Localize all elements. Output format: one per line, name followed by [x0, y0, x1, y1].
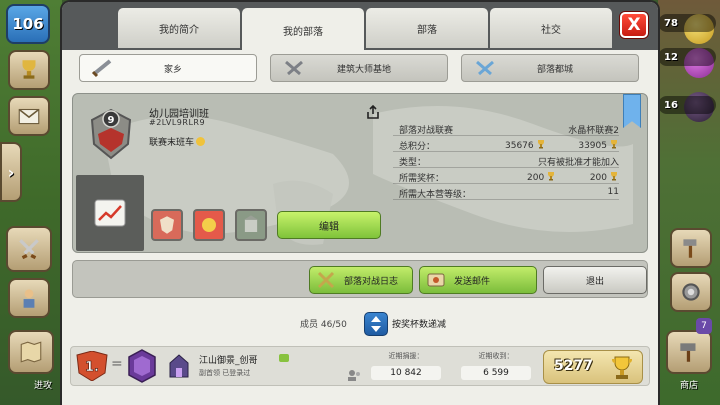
clan-info-box: 9 幼儿园培训班 #2LVL9RLR9 联赛末班车 部落对战联赛 水晶杯联赛2 …: [72, 93, 648, 253]
elixir-amount: 12: [658, 48, 716, 66]
attack-button[interactable]: [6, 226, 52, 272]
chart-trend-icon: [94, 199, 126, 227]
clan-perk-war-icon[interactable]: [151, 209, 183, 241]
clan-stats-graph-button[interactable]: [76, 175, 144, 251]
shop-hammer-icon: [680, 343, 696, 362]
stat-war-league: 部落对战联赛 水晶杯联赛2: [393, 120, 619, 136]
trophy-icon: [611, 172, 617, 181]
close-button[interactable]: X: [620, 12, 648, 38]
subtab-builder-base[interactable]: 建筑大师基地: [270, 54, 448, 82]
clan-perk-shield-icon[interactable]: [193, 209, 225, 241]
hammer-icon: [683, 239, 697, 258]
member-name: 江山御景_创哥: [199, 356, 258, 366]
sword-icon: [91, 59, 112, 78]
legend-league-icon: [128, 349, 156, 383]
member-count: 成员 46/50: [300, 320, 347, 330]
clan-perk-capital-icon[interactable]: [235, 209, 267, 241]
member-donated: 近期捐援： 10 842: [371, 351, 441, 383]
stat-required-trophies: 所需奖杯： 200 200: [393, 168, 619, 184]
trophy-icon: [548, 172, 555, 181]
share-icon[interactable]: [365, 104, 381, 120]
map-button[interactable]: [8, 330, 54, 374]
send-mail-label: 发送邮件: [454, 276, 491, 287]
member-row[interactable]: 1. = 江山御景_创哥 副首领 已登录过 近期捐援： 10 842 近期收到：…: [70, 346, 650, 386]
friend-avatar-icon: [348, 370, 360, 381]
rank-badge-icon: 1.: [76, 351, 108, 381]
stat-type: 类型： 只有被批准才能加入: [393, 152, 619, 168]
sort-button[interactable]: [364, 312, 388, 336]
subtab-clan-capital[interactable]: 部落都城: [461, 54, 639, 82]
chat-bubble-icon: [279, 354, 289, 362]
clan-panel: 我的简介 我的部落 部落 社交 X 家乡 建筑大师基地 部落都城 9 幼儿园培训…: [62, 2, 658, 405]
subtab-label: 家乡: [163, 64, 182, 75]
tab-bar: 我的简介 我的部落 部落 社交 X: [62, 2, 658, 52]
mail-icon: [427, 273, 445, 287]
send-mail-button[interactable]: 发送邮件: [419, 266, 537, 294]
trophy-league-button[interactable]: [8, 50, 50, 90]
edit-clan-button[interactable]: 编辑: [277, 211, 381, 239]
stat-total-points: 总积分： 35676 33905: [393, 136, 619, 152]
trophy-icon: [611, 140, 617, 149]
subtab-label: 建筑大师基地: [336, 64, 391, 75]
chevron-right-icon: ›: [7, 162, 15, 182]
war-log-swords-icon: [317, 271, 335, 289]
dark-elixir-amount: 16: [658, 96, 716, 114]
builder-button[interactable]: [8, 278, 50, 318]
clan-level: 9: [108, 115, 115, 126]
clan-content: 家乡 建筑大师基地 部落都城 9 幼儿园培训班 #2LVL9RLR9 联赛末班车…: [62, 50, 658, 405]
shop-button[interactable]: [666, 330, 712, 374]
sort-label: 按奖杯数递减: [392, 320, 447, 330]
subtab-home-village[interactable]: 家乡: [79, 54, 257, 82]
trophy-icon: [22, 60, 36, 79]
clan-league-label: 联赛末班车: [149, 135, 206, 148]
attack-label: 进攻: [34, 381, 53, 391]
tab-my-profile[interactable]: 我的简介: [118, 8, 240, 48]
war-log-button[interactable]: 部落对战日志: [309, 266, 413, 294]
stat-required-townhall: 所需大本营等级： 11: [393, 184, 619, 200]
town-hall-icon: [169, 354, 189, 378]
envelope-icon: [18, 108, 40, 125]
member-trophies: 5277: [543, 350, 643, 384]
rank-unchanged-icon: =: [111, 356, 123, 372]
leave-clan-button[interactable]: 退出: [543, 266, 647, 294]
gold-amount: 78: [658, 14, 716, 32]
clan-action-bar: 部落对战日志 发送邮件 退出: [72, 260, 648, 298]
war-log-label: 部落对战日志: [344, 276, 399, 287]
gold-trophy-icon: [612, 356, 632, 379]
player-level-badge[interactable]: 106: [6, 4, 50, 44]
tab-my-clan[interactable]: 我的部落: [242, 8, 364, 52]
tab-clans[interactable]: 部落: [366, 8, 488, 48]
crossed-swords-icon: [476, 60, 494, 76]
mail-button[interactable]: [8, 96, 50, 136]
member-role: 副首领 已登录过: [199, 369, 251, 377]
league-emoji-icon: [196, 137, 206, 146]
builder-icon: [23, 289, 35, 308]
map-icon: [20, 341, 42, 363]
subtab-label: 部落都城: [536, 64, 573, 75]
gear-icon: [682, 283, 700, 301]
tab-social[interactable]: 社交: [490, 8, 612, 48]
hammer-icon: [285, 60, 303, 76]
sort-arrows-icon: [371, 316, 381, 332]
trophy-icon: [537, 140, 544, 149]
member-rank: 1.: [85, 360, 99, 375]
settings-button[interactable]: [670, 272, 712, 312]
shop-badge: 7: [696, 318, 712, 334]
clan-level-shield: 9: [90, 108, 132, 160]
shop-label: 商店: [679, 381, 698, 391]
clan-tag: #2LVL9RLR9: [149, 118, 206, 127]
member-received: 近期收到： 6 599: [461, 351, 531, 383]
builder-base-button[interactable]: [670, 228, 712, 268]
crossed-swords-icon: [19, 239, 39, 260]
expand-chat-button[interactable]: ›: [0, 142, 22, 202]
